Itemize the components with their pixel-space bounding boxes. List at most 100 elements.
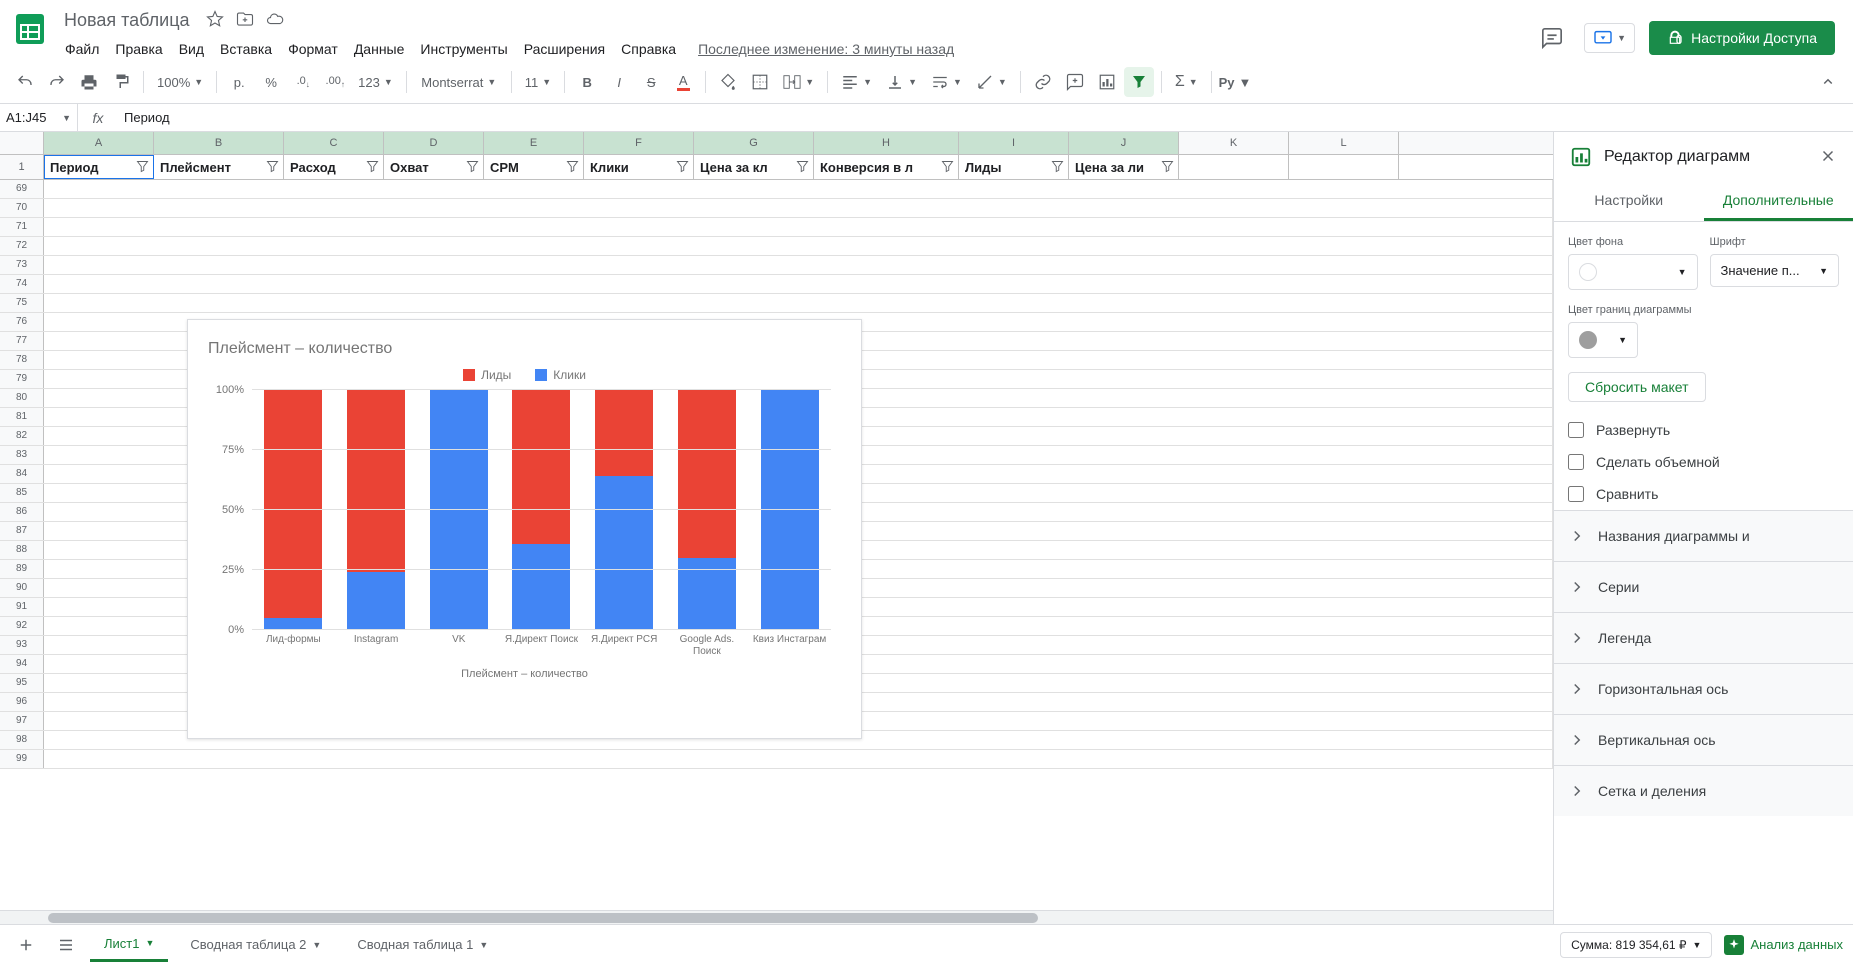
embedded-chart[interactable]: Плейсмент – количество Лиды Клики 0%25%5… bbox=[187, 319, 862, 739]
sheets-logo[interactable] bbox=[10, 9, 50, 49]
section-legend[interactable]: Легенда bbox=[1554, 612, 1853, 663]
paint-format-icon[interactable] bbox=[106, 67, 136, 97]
functions-icon[interactable]: Σ▼ bbox=[1169, 67, 1204, 97]
row-header[interactable]: 69 bbox=[0, 180, 44, 198]
header-cell[interactable]: Цена за ли bbox=[1069, 155, 1179, 179]
column-header[interactable]: D bbox=[384, 132, 484, 154]
filter-dropdown-icon[interactable] bbox=[365, 159, 380, 174]
section-series[interactable]: Серии bbox=[1554, 561, 1853, 612]
print-icon[interactable] bbox=[74, 67, 104, 97]
currency-btn[interactable]: р. bbox=[224, 67, 254, 97]
row-header[interactable]: 99 bbox=[0, 750, 44, 768]
row-header[interactable]: 81 bbox=[0, 408, 44, 426]
row-header[interactable]: 84 bbox=[0, 465, 44, 483]
section-titles[interactable]: Названия диаграммы и bbox=[1554, 510, 1853, 561]
row-header-1[interactable]: 1 bbox=[0, 155, 44, 179]
border-color-select[interactable]: ▼ bbox=[1568, 322, 1638, 358]
dec-increase-btn[interactable]: .00↑ bbox=[320, 67, 350, 97]
present-dropdown[interactable]: ▼ bbox=[1584, 23, 1635, 53]
halign-icon[interactable]: ▼ bbox=[835, 67, 878, 97]
menu-view[interactable]: Вид bbox=[172, 37, 211, 61]
row-header[interactable]: 92 bbox=[0, 617, 44, 635]
menu-help[interactable]: Справка bbox=[614, 37, 683, 61]
header-cell[interactable]: Расход bbox=[284, 155, 384, 179]
share-button[interactable]: Настройки Доступа bbox=[1649, 21, 1835, 55]
cloud-icon[interactable] bbox=[266, 10, 284, 31]
menu-file[interactable]: Файл bbox=[58, 37, 106, 61]
filter-dropdown-icon[interactable] bbox=[265, 159, 280, 174]
header-cell[interactable]: CPM bbox=[484, 155, 584, 179]
select-all-corner[interactable] bbox=[0, 132, 44, 154]
all-sheets-icon[interactable] bbox=[50, 929, 82, 961]
zoom-select[interactable]: 100%▼ bbox=[151, 67, 209, 97]
tab-setup[interactable]: Настройки bbox=[1554, 182, 1704, 221]
row-header[interactable]: 85 bbox=[0, 484, 44, 502]
row-header[interactable]: 83 bbox=[0, 446, 44, 464]
row-header[interactable]: 98 bbox=[0, 731, 44, 749]
column-header[interactable]: K bbox=[1179, 132, 1289, 154]
header-cell[interactable] bbox=[1179, 155, 1289, 179]
column-header[interactable]: E bbox=[484, 132, 584, 154]
header-cell[interactable]: Клики bbox=[584, 155, 694, 179]
doc-title[interactable]: Новая таблица bbox=[58, 8, 196, 33]
font-select[interactable]: Montserrat▼ bbox=[414, 67, 504, 97]
column-header[interactable]: A bbox=[44, 132, 154, 154]
header-cell[interactable]: Лиды bbox=[959, 155, 1069, 179]
column-header[interactable]: L bbox=[1289, 132, 1399, 154]
horizontal-scrollbar[interactable] bbox=[0, 910, 1553, 924]
filter-dropdown-icon[interactable] bbox=[1160, 159, 1175, 174]
move-icon[interactable] bbox=[236, 10, 254, 31]
row-header[interactable]: 78 bbox=[0, 351, 44, 369]
row-header[interactable]: 86 bbox=[0, 503, 44, 521]
menu-data[interactable]: Данные bbox=[347, 37, 412, 61]
column-header[interactable]: G bbox=[694, 132, 814, 154]
filter-dropdown-icon[interactable] bbox=[675, 159, 690, 174]
column-header[interactable]: C bbox=[284, 132, 384, 154]
filter-icon[interactable] bbox=[1124, 67, 1154, 97]
percent-btn[interactable]: % bbox=[256, 67, 286, 97]
make3d-checkbox[interactable]: Сделать объемной bbox=[1568, 446, 1839, 478]
formula-input[interactable]: Период bbox=[118, 110, 1853, 125]
column-header[interactable]: I bbox=[959, 132, 1069, 154]
header-cell[interactable]: Период bbox=[44, 155, 154, 179]
text-color-icon[interactable]: A bbox=[668, 67, 698, 97]
maximize-checkbox[interactable]: Развернуть bbox=[1568, 414, 1839, 446]
row-header[interactable]: 80 bbox=[0, 389, 44, 407]
redo-icon[interactable] bbox=[42, 67, 72, 97]
last-edit[interactable]: Последнее изменение: 3 минуты назад bbox=[691, 37, 961, 61]
row-header[interactable]: 72 bbox=[0, 237, 44, 255]
name-box[interactable]: A1:J45▼ bbox=[0, 104, 78, 131]
aggregate-status[interactable]: Сумма: 819 354,61 ₽▼ bbox=[1560, 932, 1712, 958]
section-vaxis[interactable]: Вертикальная ось bbox=[1554, 714, 1853, 765]
row-header[interactable]: 76 bbox=[0, 313, 44, 331]
sheet-tab-2[interactable]: Сводная таблица 2▼ bbox=[176, 929, 335, 960]
insert-chart-icon[interactable] bbox=[1092, 67, 1122, 97]
star-icon[interactable] bbox=[206, 10, 224, 31]
filter-dropdown-icon[interactable] bbox=[465, 159, 480, 174]
sheet-tab-1[interactable]: Лист1▼ bbox=[90, 928, 168, 962]
row-header[interactable]: 93 bbox=[0, 636, 44, 654]
compare-checkbox[interactable]: Сравнить bbox=[1568, 478, 1839, 510]
collapse-toolbar-icon[interactable] bbox=[1813, 67, 1843, 97]
rotate-icon[interactable]: ▼ bbox=[970, 67, 1013, 97]
header-cell[interactable]: Охват bbox=[384, 155, 484, 179]
filter-dropdown-icon[interactable] bbox=[795, 159, 810, 174]
row-header[interactable]: 91 bbox=[0, 598, 44, 616]
sheet-tab-3[interactable]: Сводная таблица 1▼ bbox=[343, 929, 502, 960]
menu-insert[interactable]: Вставка bbox=[213, 37, 279, 61]
column-header[interactable]: F bbox=[584, 132, 694, 154]
row-header[interactable]: 89 bbox=[0, 560, 44, 578]
filter-dropdown-icon[interactable] bbox=[940, 159, 955, 174]
filter-dropdown-icon[interactable] bbox=[565, 159, 580, 174]
header-cell[interactable]: Цена за кл bbox=[694, 155, 814, 179]
row-header[interactable]: 87 bbox=[0, 522, 44, 540]
number-format-select[interactable]: 123▼ bbox=[352, 67, 399, 97]
borders-icon[interactable] bbox=[745, 67, 775, 97]
row-header[interactable]: 94 bbox=[0, 655, 44, 673]
comments-icon[interactable] bbox=[1534, 20, 1570, 56]
close-panel-icon[interactable] bbox=[1819, 147, 1837, 168]
filter-dropdown-icon[interactable] bbox=[135, 159, 150, 174]
header-cell[interactable]: Плейсмент bbox=[154, 155, 284, 179]
column-header[interactable]: H bbox=[814, 132, 959, 154]
row-header[interactable]: 97 bbox=[0, 712, 44, 730]
